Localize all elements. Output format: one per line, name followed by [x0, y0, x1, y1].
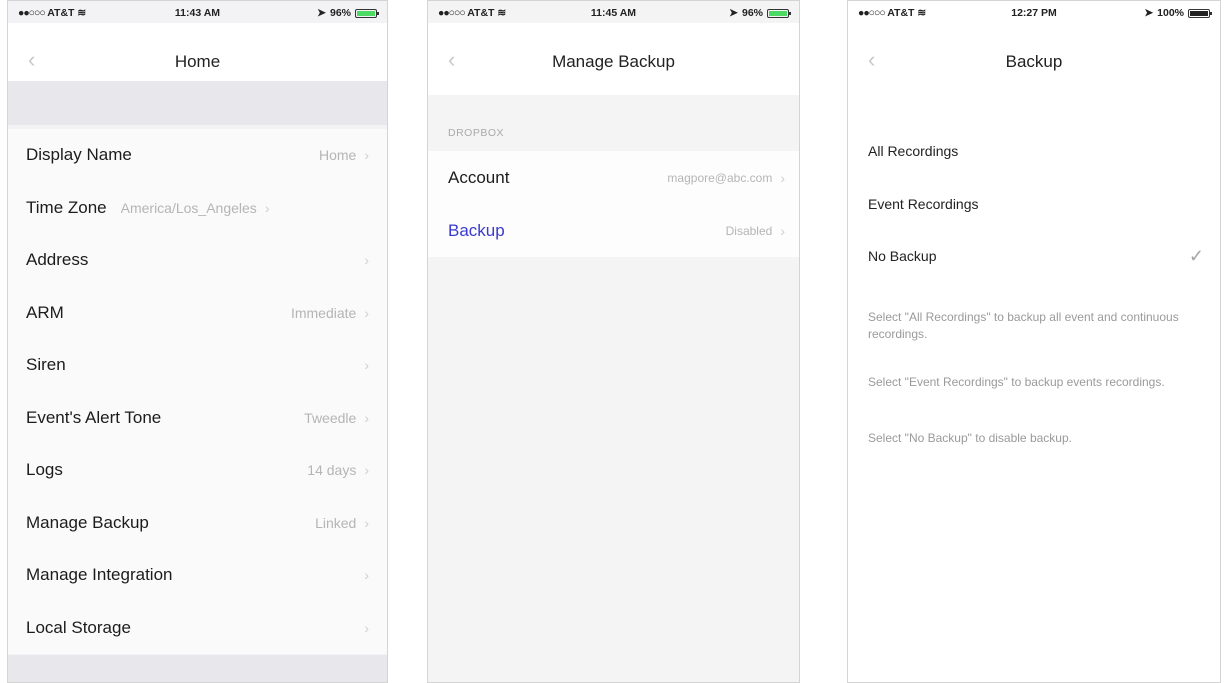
navigation-bar: ‹ Backup	[848, 23, 1220, 95]
chevron-right-icon: ›	[364, 567, 369, 584]
row-value: Tweedle	[304, 409, 357, 426]
status-bar: ●●○○○ AT&T ≋ 11:43 AM ➤ 96%	[8, 1, 387, 23]
battery-icon	[1188, 8, 1212, 18]
chevron-right-icon: ›	[264, 199, 270, 216]
location-icon: ➤	[1144, 7, 1154, 19]
battery-percent: 96%	[329, 7, 351, 19]
page-title: Home	[174, 52, 221, 71]
settings-row-arm[interactable]: ARM Immediate ›	[8, 287, 387, 340]
row-label: Manage Backup	[26, 512, 149, 532]
row-value: America/Los_Angeles	[120, 199, 257, 216]
chevron-right-icon: ›	[364, 514, 369, 531]
chevron-right-icon: ›	[364, 304, 369, 321]
account-email: magpore@abc.com	[667, 170, 773, 185]
row-label: Time Zone	[26, 197, 107, 217]
backup-options-list: All Recordings Event Recordings No Backu…	[848, 125, 1220, 283]
settings-row-manage-backup[interactable]: Manage Backup Linked ›	[8, 497, 387, 550]
settings-row-alert-tone[interactable]: Event's Alert Tone Tweedle ›	[8, 392, 387, 445]
backup-options-screen: ●●○○○ AT&T ≋ 12:27 PM ➤ 100% ‹ Backup Al…	[847, 0, 1221, 683]
location-icon: ➤	[317, 7, 326, 19]
backup-settings-list: Account magpore@abc.com › Backup Disable…	[428, 151, 799, 257]
row-label: Account	[448, 167, 510, 187]
row-label: Event's Alert Tone	[26, 407, 162, 427]
status-bar: ●●○○○ AT&T ≋ 12:27 PM ➤ 100%	[848, 1, 1220, 23]
chevron-right-icon: ›	[780, 222, 785, 239]
battery-icon	[355, 8, 379, 18]
settings-row-time-zone[interactable]: Time Zone America/Los_Angeles ›	[8, 182, 387, 235]
option-label: Event Recordings	[868, 195, 979, 212]
section-header-dropbox: DROPBOX	[448, 127, 505, 139]
settings-list: Display Name Home › Time Zone America/Lo…	[8, 129, 387, 654]
row-label: Display Name	[26, 145, 132, 165]
chevron-right-icon: ›	[364, 462, 369, 479]
option-label: No Backup	[868, 248, 937, 265]
checkmark-icon: ✓	[1188, 245, 1204, 266]
chevron-right-icon: ›	[780, 169, 785, 186]
home-screen: ●●○○○ AT&T ≋ 11:43 AM ➤ 96% ‹ Home Displ…	[7, 0, 388, 683]
list-footer	[8, 655, 387, 682]
navigation-bar: ‹ Manage Backup	[428, 23, 799, 95]
row-label: Address	[26, 250, 89, 270]
row-value: Home	[318, 147, 357, 164]
help-text-events: Select "Event Recordings" to backup even…	[868, 375, 1165, 389]
row-label: Logs	[26, 460, 63, 480]
settings-row-display-name[interactable]: Display Name Home ›	[8, 129, 387, 182]
backup-row[interactable]: Backup Disabled ›	[428, 204, 799, 257]
option-label: All Recordings	[868, 143, 959, 160]
battery-icon	[767, 8, 791, 18]
settings-row-manage-integration[interactable]: Manage Integration ›	[8, 549, 387, 602]
settings-row-logs[interactable]: Logs 14 days ›	[8, 444, 387, 497]
option-no-backup[interactable]: No Backup ✓	[848, 230, 1220, 283]
help-text-all: Select "All Recordings" to backup all ev…	[868, 310, 1179, 341]
manage-backup-screen: ●●○○○ AT&T ≋ 11:45 AM ➤ 96% ‹ Manage Bac…	[427, 0, 800, 683]
account-row[interactable]: Account magpore@abc.com ›	[428, 151, 799, 204]
chevron-right-icon: ›	[364, 357, 369, 374]
row-label: Local Storage	[26, 617, 131, 637]
row-label: Siren	[26, 355, 66, 375]
chevron-right-icon: ›	[364, 619, 369, 636]
backup-status: Disabled	[725, 223, 773, 238]
settings-row-siren[interactable]: Siren ›	[8, 339, 387, 392]
chevron-right-icon: ›	[364, 147, 369, 164]
row-label: ARM	[26, 302, 64, 322]
row-value: 14 days	[307, 462, 357, 479]
battery-percent: 96%	[741, 7, 763, 19]
page-title: Manage Backup	[552, 52, 675, 71]
row-label: Backup	[448, 220, 505, 240]
status-bar: ●●○○○ AT&T ≋ 11:45 AM ➤ 96%	[428, 1, 799, 23]
row-value: Immediate	[290, 304, 357, 321]
help-text-none: Select "No Backup" to disable backup.	[868, 431, 1072, 445]
chevron-right-icon: ›	[364, 252, 369, 269]
row-label: Manage Integration	[26, 565, 173, 585]
row-value: Linked	[315, 514, 357, 531]
option-all-recordings[interactable]: All Recordings	[848, 125, 1220, 178]
battery-percent: 100%	[1157, 7, 1184, 19]
chevron-right-icon: ›	[364, 409, 369, 426]
settings-row-local-storage[interactable]: Local Storage ›	[8, 602, 387, 655]
location-icon: ➤	[729, 7, 738, 19]
section-spacer	[8, 81, 387, 125]
page-title: Backup	[1005, 52, 1063, 71]
settings-row-address[interactable]: Address ›	[8, 234, 387, 287]
option-event-recordings[interactable]: Event Recordings	[848, 178, 1220, 231]
